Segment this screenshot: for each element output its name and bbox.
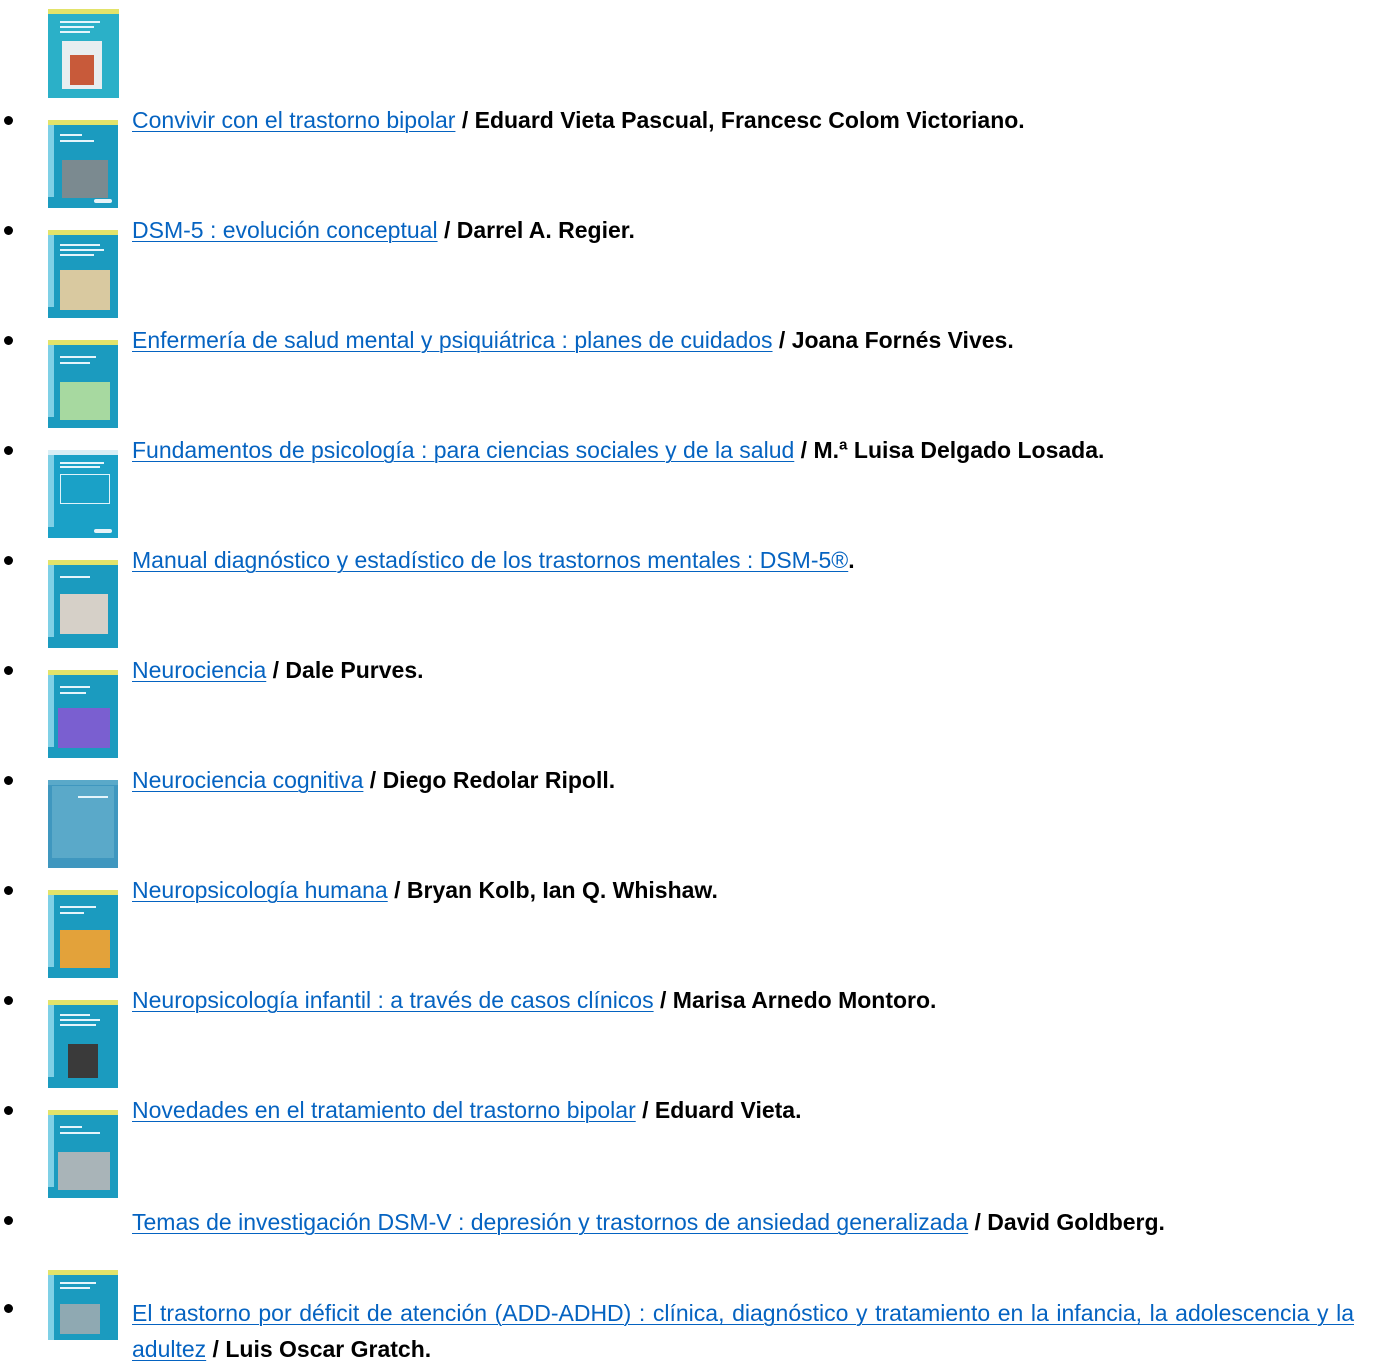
bullet-icon	[4, 666, 13, 675]
book-cover-neurociencia-cognitiva-icon[interactable]	[48, 670, 118, 758]
bullet-icon	[4, 886, 13, 895]
book-cover-neuropsicologia-humana-icon[interactable]	[48, 780, 118, 868]
book-author: / Luis Oscar Gratch.	[206, 1336, 432, 1362]
book-cover-fundamentos-icon[interactable]	[48, 340, 118, 428]
book-author: .	[848, 547, 855, 573]
book-entry: Novedades en el tratamiento del trastorn…	[132, 1095, 1354, 1125]
book-cover-convivir-icon[interactable]	[48, 9, 119, 98]
book-title-link[interactable]: Enfermería de salud mental y psiquiátric…	[132, 327, 773, 353]
book-author: / Eduard Vieta Pascual, Francesc Colom V…	[455, 107, 1025, 133]
bullet-icon	[4, 226, 13, 235]
book-title-link[interactable]: Novedades en el tratamiento del trastorn…	[132, 1097, 636, 1123]
book-cover-neuropsicologia-infantil-icon[interactable]	[48, 890, 118, 978]
book-cover-dsm5-evolucion-icon[interactable]	[48, 120, 118, 208]
bullet-icon	[4, 556, 13, 565]
book-author: / Eduard Vieta.	[635, 1097, 802, 1123]
book-entry: Neurociencia cognitiva / Diego Redolar R…	[132, 765, 1354, 795]
book-entry: El trastorno por déficit de atención (AD…	[0, 1295, 1354, 1367]
book-entry: Neuropsicología humana / Bryan Kolb, Ian…	[132, 875, 1354, 905]
book-entry: Manual diagnóstico y estadístico de los …	[132, 545, 1354, 575]
book-entry: Enfermería de salud mental y psiquiátric…	[132, 325, 1354, 355]
book-author: / Joana Fornés Vives.	[772, 327, 1014, 353]
book-title-link[interactable]: DSM-5 : evolución conceptual	[132, 217, 438, 243]
book-author: / Dale Purves.	[266, 657, 424, 683]
book-author: / Bryan Kolb, Ian Q. Whishaw.	[387, 877, 718, 903]
book-title-link[interactable]: Neuropsicología humana	[132, 877, 388, 903]
book-author: / Diego Redolar Ripoll.	[363, 767, 616, 793]
book-title-link[interactable]: Convivir con el trastorno bipolar	[132, 107, 455, 133]
bullet-icon	[4, 996, 13, 1005]
book-author: / M.ª Luisa Delgado Losada.	[794, 437, 1105, 463]
book-cover-neurociencia-icon[interactable]	[48, 560, 118, 648]
book-entry: DSM-5 : evolución conceptual / Darrel A.…	[132, 215, 1354, 245]
book-cover-manual-dsm5-icon[interactable]	[48, 450, 118, 538]
book-title-link[interactable]: Neurociencia cognitiva	[132, 767, 363, 793]
book-title-link[interactable]: Temas de investigación DSM-V : depresión…	[132, 1209, 968, 1235]
book-title-link[interactable]: Manual diagnóstico y estadístico de los …	[132, 547, 848, 573]
book-entry: Temas de investigación DSM-V : depresión…	[0, 1203, 1354, 1241]
book-title-link[interactable]: Fundamentos de psicología : para ciencia…	[132, 437, 794, 463]
book-author: / Marisa Arnedo Montoro.	[653, 987, 937, 1013]
book-entry: Neurociencia / Dale Purves.	[132, 655, 1354, 685]
book-title-link[interactable]: Neuropsicología infantil : a través de c…	[132, 987, 654, 1013]
book-author: / Darrel A. Regier.	[437, 217, 635, 243]
bullet-icon	[4, 336, 13, 345]
bullet-icon	[4, 116, 13, 125]
book-entry: Neuropsicología infantil : a través de c…	[132, 985, 1354, 1015]
book-author: / David Goldberg.	[968, 1209, 1165, 1235]
book-cover-enfermeria-icon[interactable]	[48, 230, 118, 318]
book-title-link[interactable]: Neurociencia	[132, 657, 266, 683]
book-entry: Fundamentos de psicología : para ciencia…	[132, 435, 1354, 465]
bullet-icon	[4, 1106, 13, 1115]
bullet-icon	[4, 446, 13, 455]
book-cover-novedades-icon[interactable]	[48, 1000, 118, 1088]
bullet-icon	[4, 776, 13, 785]
book-cover-temas-dsmv-icon[interactable]	[48, 1110, 118, 1198]
book-entry: Convivir con el trastorno bipolar / Edua…	[132, 105, 1354, 135]
